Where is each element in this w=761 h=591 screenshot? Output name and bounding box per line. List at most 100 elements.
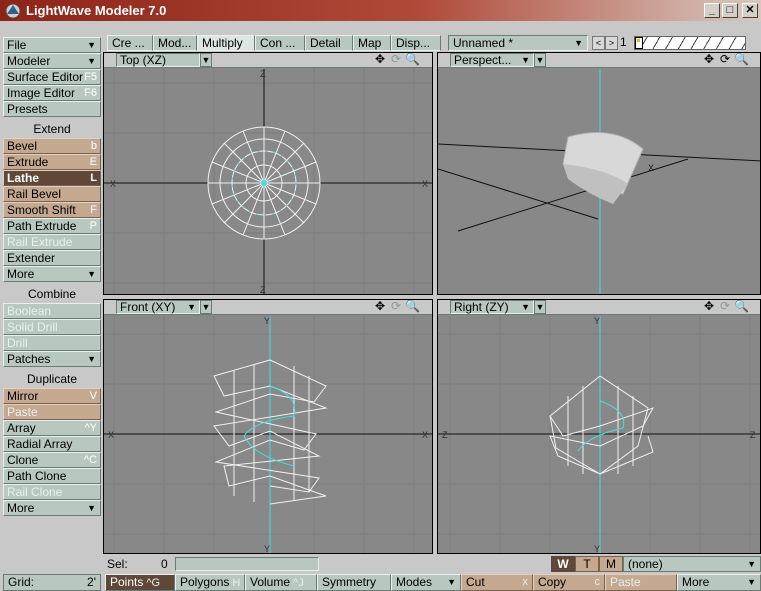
close-button[interactable]: ✕ — [742, 3, 758, 18]
surface-editor-button[interactable]: Surface Editor F5 — [3, 69, 101, 85]
zoom-view-icon[interactable]: 🔍 — [405, 53, 420, 67]
current-layer-indicator[interactable] — [635, 37, 643, 49]
copy-button[interactable]: Copy c — [533, 574, 605, 591]
render-mode-dropdown[interactable]: ▼ — [200, 53, 212, 67]
window-title: LightWave Modeler 7.0 — [26, 3, 167, 18]
solid-drill-button[interactable]: Solid Drill — [3, 319, 101, 335]
layer-buttons[interactable] — [634, 36, 746, 50]
tab-modify[interactable]: Mod... — [153, 35, 197, 51]
viewport-top[interactable]: Top (XZ) ▼ ✥ ⟳ 🔍 X X Z Z — [103, 52, 433, 295]
viewport-view-type[interactable]: Right (ZY) ▼ — [450, 300, 534, 314]
viewport-perspective[interactable]: Perspect... ▼ ▼ ✥ ⟳ 🔍 X — [437, 52, 761, 295]
volume-mode-button[interactable]: Volume ^J — [245, 574, 317, 591]
zoom-view-icon[interactable]: 🔍 — [405, 300, 420, 314]
render-mode-dropdown[interactable]: ▼ — [534, 53, 546, 67]
rotate-view-icon[interactable]: ⟳ — [389, 300, 403, 314]
extrude-button[interactable]: Extrude E — [3, 154, 101, 170]
polygons-mode-button[interactable]: Polygons H — [175, 574, 245, 591]
radial-array-button[interactable]: Radial Array — [3, 436, 101, 452]
tab-create[interactable]: Cre ... — [107, 35, 153, 51]
move-view-icon[interactable]: ✥ — [373, 300, 387, 314]
patches-label: Patches — [7, 352, 51, 366]
move-view-icon[interactable]: ✥ — [702, 53, 716, 67]
tab-construct[interactable]: Con ... — [255, 35, 305, 51]
zoom-view-icon[interactable]: 🔍 — [734, 300, 749, 314]
path-clone-button[interactable]: Path Clone — [3, 468, 101, 484]
move-view-icon[interactable]: ✥ — [702, 300, 716, 314]
material-mode-button[interactable]: M — [599, 556, 623, 572]
symmetry-toggle[interactable]: Symmetry — [317, 574, 391, 591]
volume-label: Volume — [250, 575, 291, 589]
axis-label-top: Z — [260, 69, 266, 79]
presets-button[interactable]: Presets — [3, 101, 101, 117]
duplicate-more-menu[interactable]: More ▼ — [3, 500, 101, 516]
tab-multiply[interactable]: Multiply — [197, 35, 255, 51]
mirror-button[interactable]: Mirror V — [3, 388, 101, 404]
modeler-menu[interactable]: Modeler ▼ — [3, 53, 101, 69]
paste-button[interactable]: Paste — [605, 574, 677, 591]
move-view-icon[interactable]: ✥ — [373, 53, 387, 67]
tab-map[interactable]: Map — [353, 35, 391, 51]
path-extrude-button[interactable]: Path Extrude P — [3, 218, 101, 234]
points-mode-button[interactable]: Points ^G — [105, 574, 175, 591]
dropdown-arrow-icon: ▼ — [521, 302, 530, 312]
surface-selector[interactable]: (none) ▼ — [623, 556, 761, 572]
rotate-view-icon[interactable]: ⟳ — [718, 53, 732, 67]
next-layer-icon[interactable]: > — [605, 36, 618, 50]
array-button[interactable]: Array ^Y — [3, 420, 101, 436]
paste-button[interactable]: Paste — [3, 404, 101, 420]
wireframe-mode-button[interactable]: W — [551, 556, 575, 572]
extender-button[interactable]: Extender — [3, 250, 101, 266]
viewport-front[interactable]: Front (XY) ▼ ▼ ✥ ⟳ 🔍 X X Y Y — [103, 299, 433, 554]
smooth-shift-button[interactable]: Smooth Shift F — [3, 202, 101, 218]
file-menu[interactable]: File ▼ — [3, 37, 101, 53]
render-mode-dropdown[interactable]: ▼ — [200, 300, 212, 314]
lathe-button[interactable]: Lathe L — [3, 170, 101, 186]
viewport-view-type[interactable]: Front (XY) ▼ — [116, 300, 200, 314]
axis-label: X — [648, 163, 654, 173]
viewport-canvas[interactable]: X — [438, 69, 760, 294]
rail-extrude-button[interactable]: Rail Extrude — [3, 234, 101, 250]
prev-layer-icon[interactable]: < — [592, 36, 605, 50]
viewport-canvas[interactable]: Z Z Y Y — [438, 316, 760, 553]
drill-button[interactable]: Drill — [3, 335, 101, 351]
patches-menu[interactable]: Patches ▼ — [3, 351, 101, 367]
dropdown-arrow-icon: ▼ — [521, 55, 530, 65]
minimize-button[interactable]: _ — [704, 3, 720, 18]
object-selector[interactable]: Unnamed * ▼ — [448, 35, 588, 51]
viewport-canvas[interactable]: X X Y Y — [104, 316, 432, 553]
render-mode-dropdown[interactable]: ▼ — [534, 300, 546, 314]
axis-label-left: X — [110, 179, 116, 189]
boolean-button[interactable]: Boolean — [3, 303, 101, 319]
viewport-canvas[interactable]: X X Z Z — [104, 69, 432, 294]
surface-editor-label: Surface Editor — [7, 70, 84, 84]
tab-detail[interactable]: Detail — [305, 35, 353, 51]
shortcut-key: ^C — [83, 454, 97, 466]
maximize-button[interactable]: □ — [722, 3, 738, 18]
modes-menu[interactable]: Modes ▼ — [391, 574, 461, 591]
viewport-view-type[interactable]: Top (XZ) — [116, 53, 200, 67]
zoom-view-icon[interactable]: 🔍 — [734, 53, 749, 67]
smooth-shift-label: Smooth Shift — [7, 203, 76, 217]
rail-clone-button[interactable]: Rail Clone — [3, 484, 101, 500]
points-label: Points — [110, 575, 144, 589]
rail-bevel-button[interactable]: Rail Bevel — [3, 186, 101, 202]
cut-button[interactable]: Cut x — [461, 574, 533, 591]
shortcut-key: V — [89, 390, 97, 402]
rotate-view-icon[interactable]: ⟳ — [718, 300, 732, 314]
duplicate-header: Duplicate — [3, 370, 101, 388]
viewport-view-type[interactable]: Perspect... ▼ — [450, 53, 534, 67]
extend-more-menu[interactable]: More ▼ — [3, 266, 101, 282]
viewport-right[interactable]: Right (ZY) ▼ ▼ ✥ ⟳ 🔍 Z Z Y Y — [437, 299, 761, 554]
tab-display[interactable]: Disp... — [391, 35, 441, 51]
image-editor-button[interactable]: Image Editor F6 — [3, 85, 101, 101]
clone-button[interactable]: Clone ^C — [3, 452, 101, 468]
rotate-view-icon[interactable]: ⟳ — [389, 53, 403, 67]
image-editor-label: Image Editor — [7, 86, 76, 100]
shortcut-key: P — [89, 220, 97, 232]
texture-mode-button[interactable]: T — [575, 556, 599, 572]
more-menu[interactable]: More ▼ — [677, 574, 761, 591]
bevel-label: Bevel — [7, 139, 38, 153]
axis-label-left: Z — [442, 430, 448, 440]
bevel-button[interactable]: Bevel b — [3, 138, 101, 154]
